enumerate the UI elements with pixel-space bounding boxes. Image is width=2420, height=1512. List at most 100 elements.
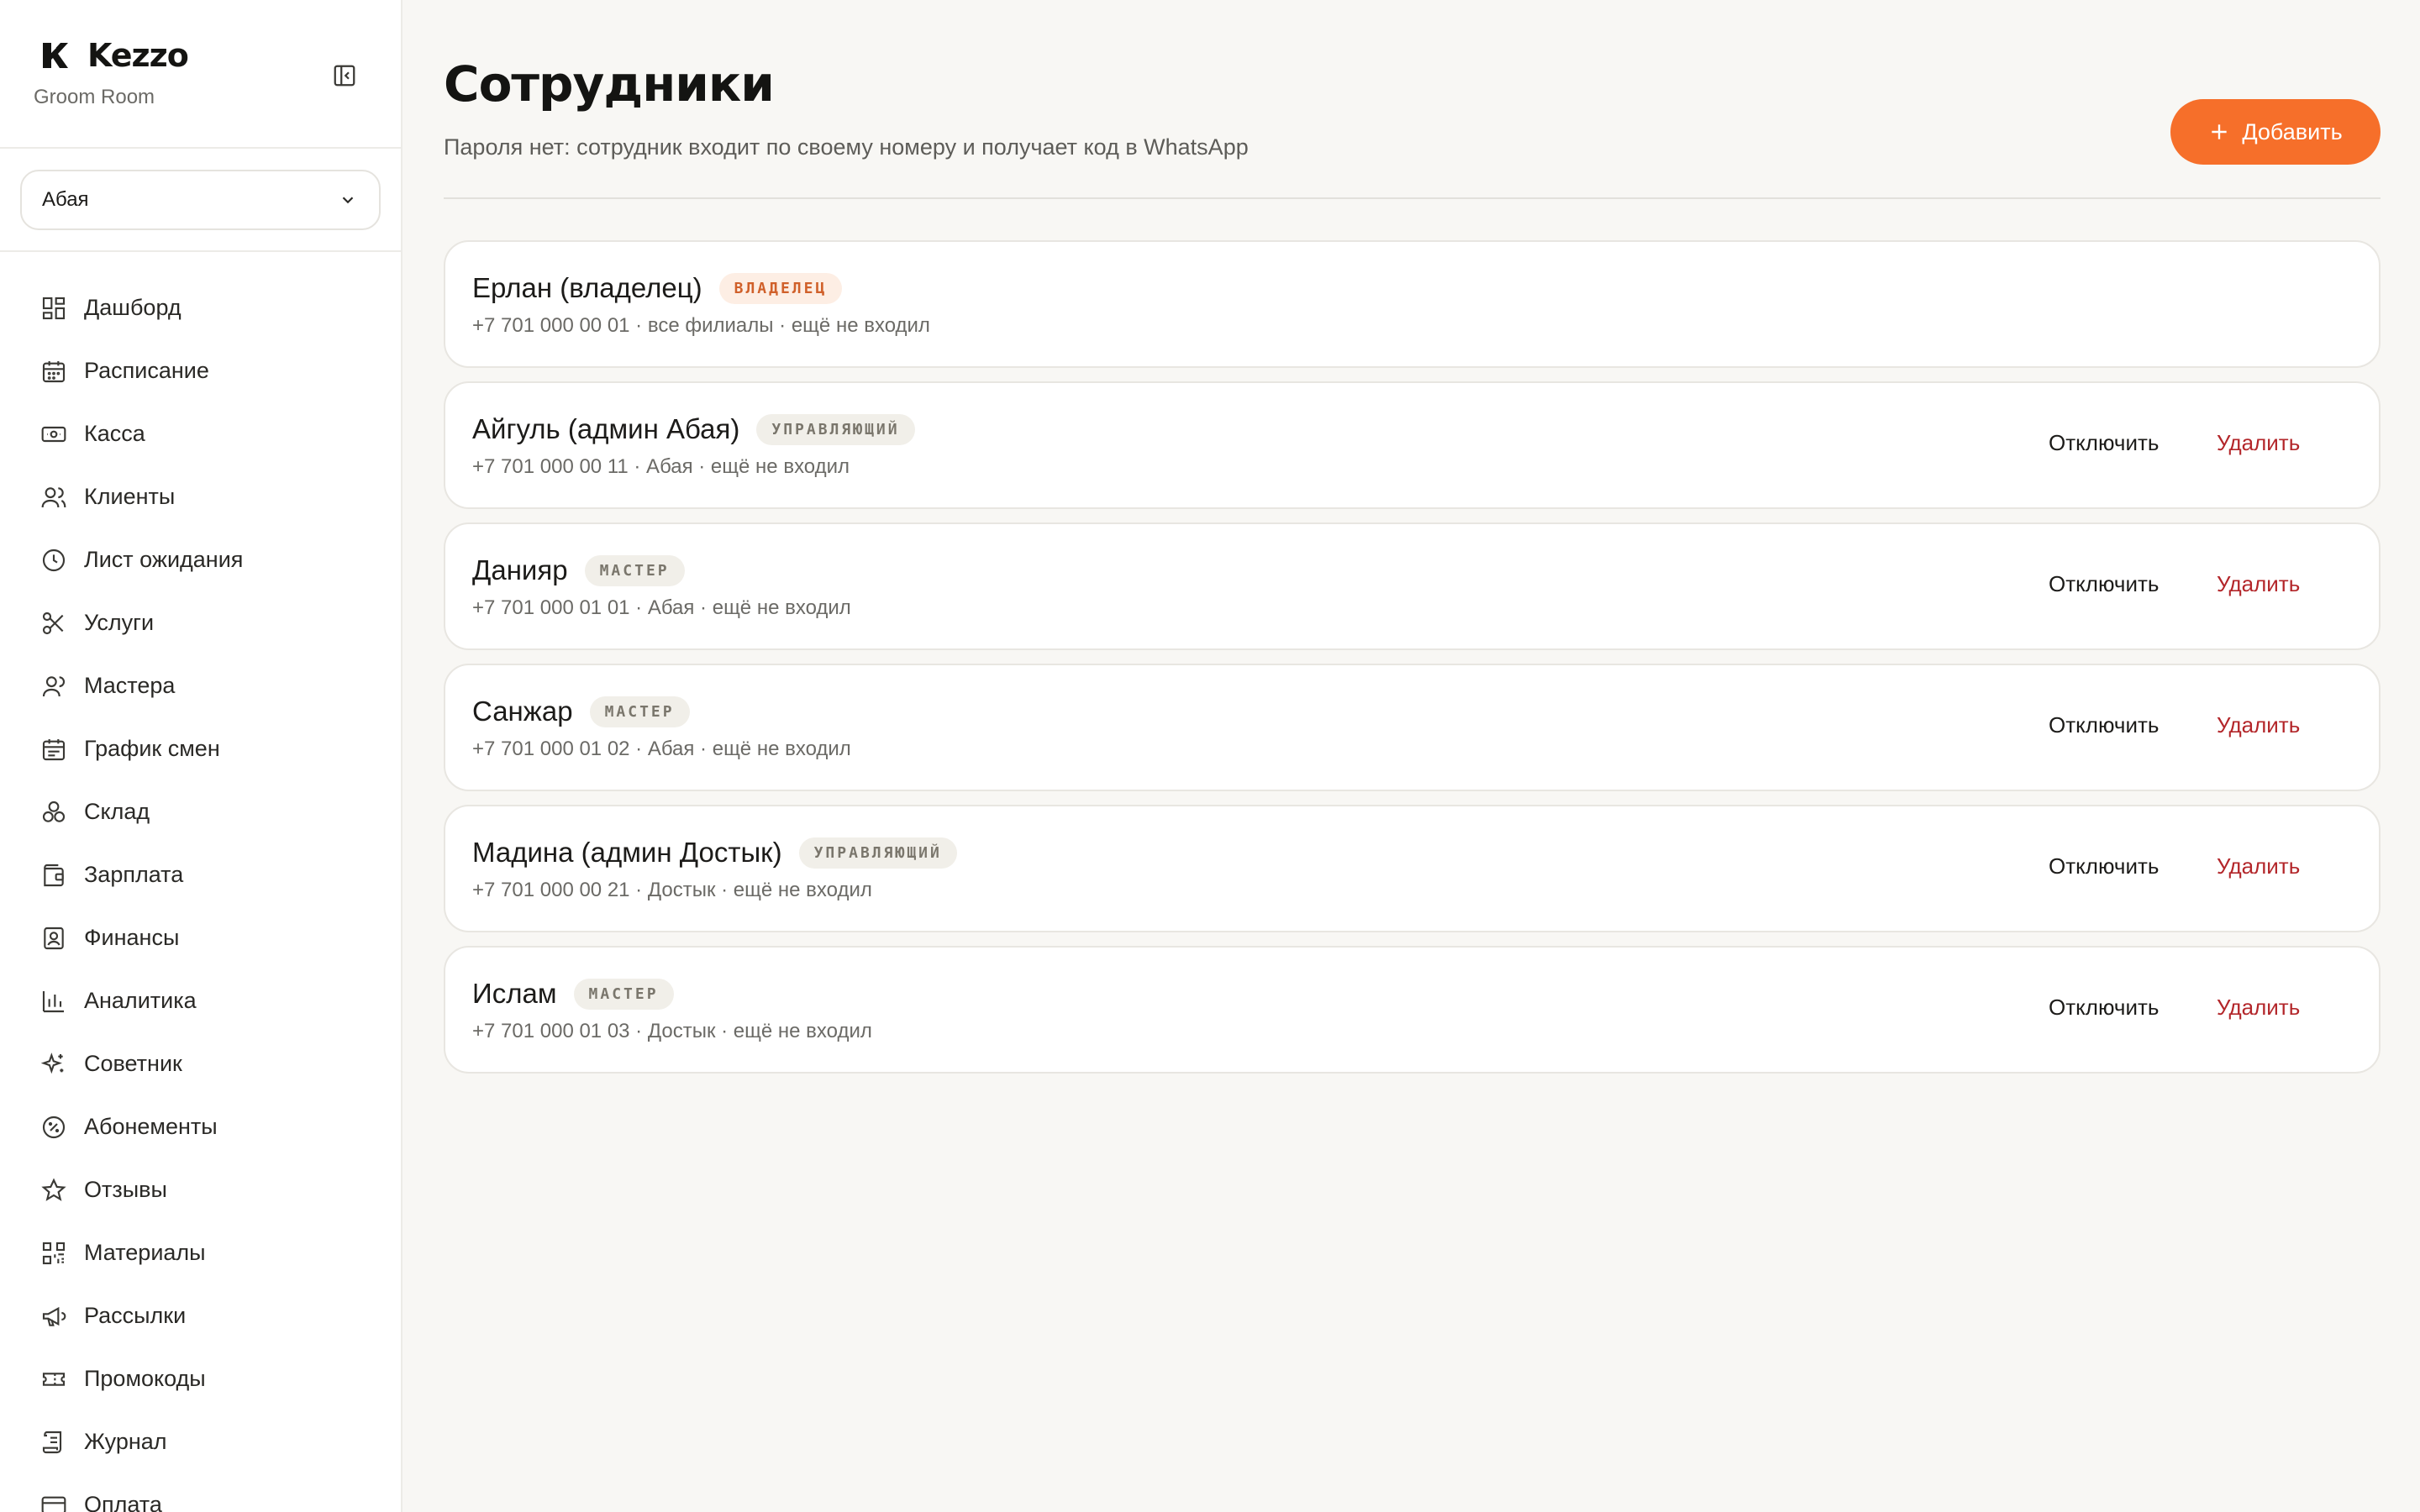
sidebar-item-warehouse[interactable]: Склад <box>0 780 401 843</box>
page-subtitle: Пароля нет: сотрудник входит по своему н… <box>444 134 1249 160</box>
clock-icon <box>42 549 66 571</box>
cash-icon <box>41 426 66 442</box>
sidebar-item-promocodes[interactable]: Промокоды <box>0 1347 401 1410</box>
add-button-label: Добавить <box>2242 118 2343 144</box>
role-badge: МАСТЕР <box>589 696 690 727</box>
scroll-icon <box>42 1431 62 1453</box>
sidebar-item-label: Дашборд <box>84 295 182 320</box>
sidebar-item-finance[interactable]: Финансы <box>0 906 401 969</box>
sidebar-item-label: Материалы <box>84 1240 206 1265</box>
sidebar-item-journal[interactable]: Журнал <box>0 1410 401 1473</box>
schedule-icon <box>42 738 66 760</box>
employee-meta: +7 701 000 00 11 · Абая · ещё не входил <box>472 455 850 478</box>
sidebar-item-clients[interactable]: Клиенты <box>0 465 401 528</box>
delete-button[interactable]: Удалить <box>2217 430 2300 456</box>
employee-name: Данияр <box>472 554 568 585</box>
sidebar-collapse-icon <box>334 65 355 87</box>
employee-name: Айгуль (админ Абая) <box>472 413 740 444</box>
branch-select-value: Абая <box>42 188 89 211</box>
sidebar-divider <box>0 147 401 149</box>
sidebar-item-label: Промокоды <box>84 1366 206 1391</box>
sidebar-item-label: Финансы <box>84 925 180 950</box>
card-icon <box>41 1496 66 1512</box>
disable-button[interactable]: Отключить <box>2049 430 2159 456</box>
sidebar-item-label: Расписание <box>84 358 209 383</box>
sparkles-icon <box>40 1052 64 1074</box>
qr-icon <box>42 1242 66 1264</box>
sidebar-nav: Дашборд Расписание Касса Клиенты Лист ож… <box>0 276 401 1512</box>
megaphone-icon <box>42 1306 66 1326</box>
employee-card: Ислам МАСТЕР +7 701 000 01 03 · Достык ·… <box>444 946 2381 1074</box>
sidebar-item-salary[interactable]: Зарплата <box>0 843 401 906</box>
calendar-icon <box>42 360 66 382</box>
sidebar-item-analytics[interactable]: Аналитика <box>0 969 401 1032</box>
chart-icon <box>42 990 64 1012</box>
employee-name: Ерлан (владелец) <box>472 272 702 303</box>
sidebar-item-label: Зарплата <box>84 862 184 887</box>
sidebar-item-label: Отзывы <box>84 1177 167 1202</box>
sidebar-item-label: Аналитика <box>84 988 197 1013</box>
ticket-icon <box>42 1372 66 1386</box>
scissors-icon <box>42 612 64 634</box>
sidebar-item-label: Советник <box>84 1051 182 1076</box>
sidebar-item-reviews[interactable]: Отзывы <box>0 1158 401 1221</box>
sidebar-item-subscriptions[interactable]: Абонементы <box>0 1095 401 1158</box>
branch-select[interactable]: Абая <box>20 170 381 230</box>
delete-button[interactable]: Удалить <box>2217 571 2300 597</box>
employee-meta: +7 701 000 00 21 · Достык · ещё не входи… <box>472 879 872 901</box>
employee-card: Данияр МАСТЕР +7 701 000 01 01 · Абая · … <box>444 522 2381 650</box>
employee-name: Мадина (админ Достык) <box>472 837 782 868</box>
app-name: Kezzo <box>87 37 189 74</box>
employee-meta: +7 701 000 01 02 · Абая · ещё не входил <box>472 738 851 760</box>
users-icon <box>41 486 66 507</box>
sidebar-item-shifts[interactable]: График смен <box>0 717 401 780</box>
role-badge: МАСТЕР <box>573 978 674 1010</box>
employee-card: Санжар МАСТЕР +7 701 000 01 02 · Абая · … <box>444 664 2381 791</box>
delete-button[interactable]: Удалить <box>2217 853 2300 879</box>
brand: Kezzo <box>40 37 189 74</box>
badge-percent-icon <box>42 1116 66 1138</box>
masters-icon <box>42 675 65 696</box>
disable-button[interactable]: Отключить <box>2049 712 2159 738</box>
sidebar-item-payment[interactable]: Оплата <box>0 1473 401 1512</box>
sidebar: Kezzo Groom Room Абая Дашборд Расписание… <box>0 0 402 1512</box>
disable-button[interactable]: Отключить <box>2049 571 2159 597</box>
sidebar-item-label: Рассылки <box>84 1303 187 1328</box>
employee-card: Ерлан (владелец) ВЛАДЕЛЕЦ +7 701 000 00 … <box>444 240 2381 368</box>
sidebar-item-services[interactable]: Услуги <box>0 591 401 654</box>
employee-card: Айгуль (админ Абая) УПРАВЛЯЮЩИЙ +7 701 0… <box>444 381 2381 509</box>
sidebar-item-masters[interactable]: Мастера <box>0 654 401 717</box>
sidebar-item-materials[interactable]: Материалы <box>0 1221 401 1284</box>
sidebar-item-label: Абонементы <box>84 1114 218 1139</box>
employee-meta: +7 701 000 00 01 · все филиалы · ещё не … <box>472 314 930 337</box>
add-employee-button[interactable]: Добавить <box>2170 99 2381 165</box>
wallet-icon <box>44 864 64 886</box>
disable-button[interactable]: Отключить <box>2049 853 2159 879</box>
employee-card: Мадина (админ Достык) УПРАВЛЯЮЩИЙ +7 701… <box>444 805 2381 932</box>
sidebar-item-waitlist[interactable]: Лист ожидания <box>0 528 401 591</box>
delete-button[interactable]: Удалить <box>2217 712 2300 738</box>
chevron-down-icon <box>342 197 354 204</box>
disable-button[interactable]: Отключить <box>2049 995 2159 1021</box>
sidebar-item-label: Касса <box>84 421 145 446</box>
sidebar-item-label: Склад <box>84 799 150 824</box>
sidebar-item-schedule[interactable]: Расписание <box>0 339 401 402</box>
boxes-icon <box>42 801 66 822</box>
collapse-sidebar-button[interactable] <box>329 60 360 91</box>
app-subtitle: Groom Room <box>34 86 155 108</box>
sidebar-item-label: Клиенты <box>84 484 176 509</box>
sidebar-item-advisor[interactable]: Советник <box>0 1032 401 1095</box>
finance-icon <box>44 927 64 949</box>
employee-name: Ислам <box>472 978 557 1009</box>
sidebar-item-label: Оплата <box>84 1492 162 1512</box>
page-title: Сотрудники <box>444 55 775 113</box>
sidebar-divider <box>0 250 401 252</box>
sidebar-item-label: Мастера <box>84 673 176 698</box>
delete-button[interactable]: Удалить <box>2217 995 2300 1021</box>
employee-name: Санжар <box>472 696 573 727</box>
sidebar-item-mailings[interactable]: Рассылки <box>0 1284 401 1347</box>
sidebar-item-dashboard[interactable]: Дашборд <box>0 276 401 339</box>
kezzo-logo-icon <box>43 43 68 68</box>
role-badge: МАСТЕР <box>584 554 685 586</box>
sidebar-item-cash[interactable]: Касса <box>0 402 401 465</box>
